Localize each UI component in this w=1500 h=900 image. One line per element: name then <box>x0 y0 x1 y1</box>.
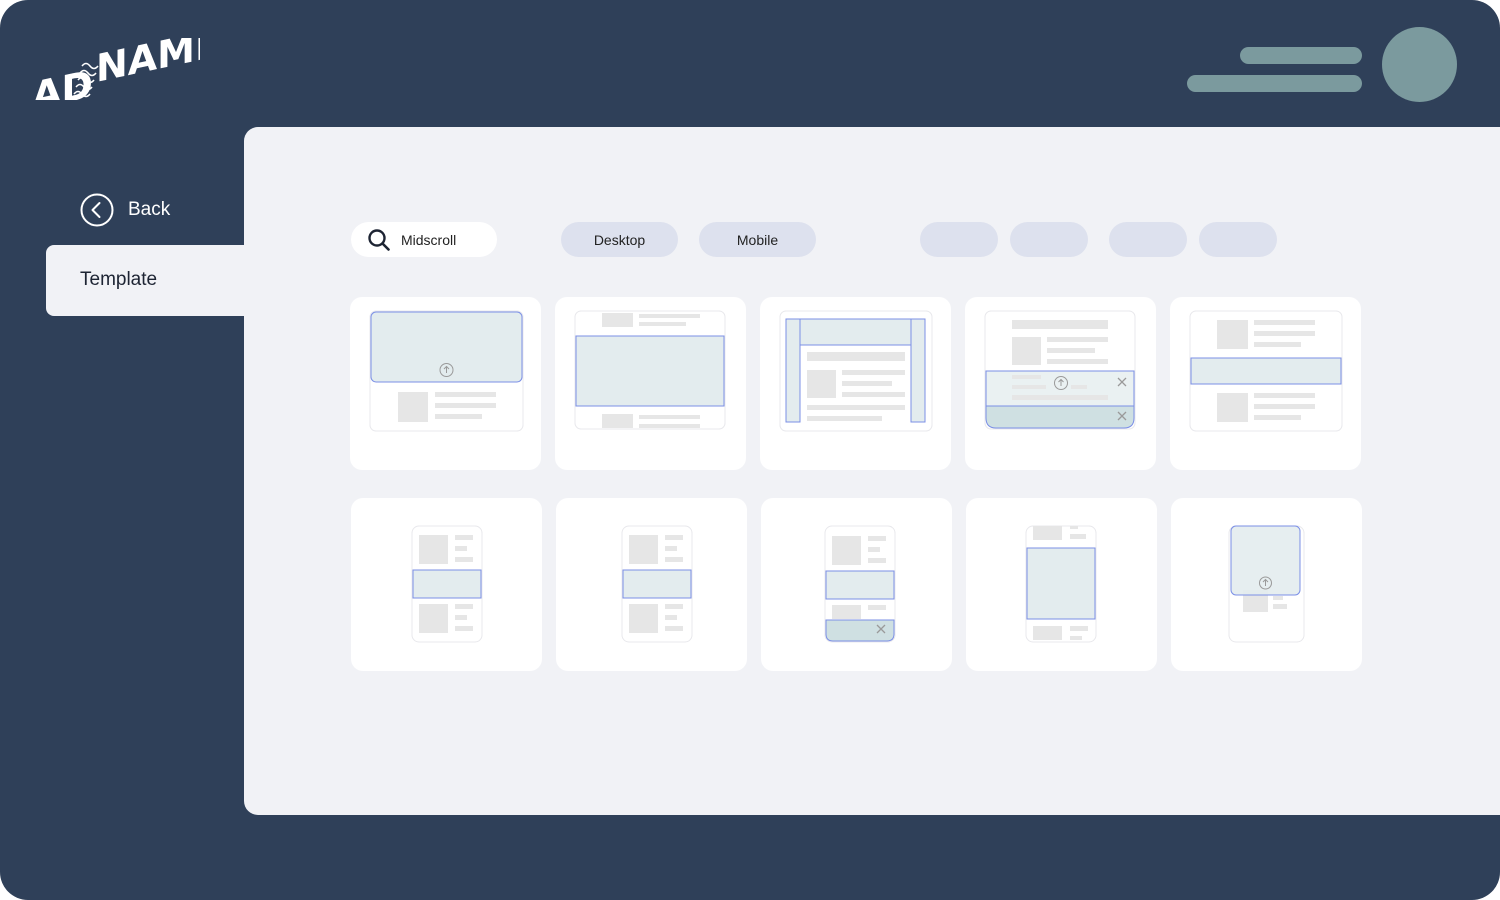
template-thumbnail <box>1189 310 1343 432</box>
search-field[interactable]: Midscroll <box>351 222 497 257</box>
user-avatar[interactable] <box>1382 27 1457 102</box>
template-card-mobile-interstitial[interactable] <box>966 498 1157 671</box>
filter-chip-placeholder[interactable] <box>1109 222 1187 257</box>
template-thumbnail <box>779 310 933 432</box>
svg-text:AD: AD <box>32 62 93 100</box>
template-thumbnail <box>369 310 524 432</box>
template-card-desktop-skin-frame[interactable] <box>760 297 951 470</box>
template-thumbnail <box>824 525 896 643</box>
back-button[interactable]: Back <box>80 192 170 228</box>
filter-chip-placeholder[interactable] <box>1199 222 1277 257</box>
template-card-desktop-midscroll-strip[interactable] <box>1170 297 1361 470</box>
template-card-mobile-inline-banner-alt[interactable] <box>556 498 747 671</box>
template-card-desktop-top-overlay[interactable] <box>350 297 541 470</box>
header-placeholder-bar <box>1240 47 1362 64</box>
adnami-logo[interactable]: AD NAMI <box>30 38 200 100</box>
template-thumbnail <box>1228 525 1305 643</box>
svg-text:NAMI: NAMI <box>96 38 200 92</box>
template-card-mobile-top-overlay[interactable] <box>1171 498 1362 671</box>
sidebar-item-label: Template <box>80 269 158 290</box>
template-card-desktop-sticky-bottom[interactable] <box>965 297 1156 470</box>
template-thumbnail <box>1025 525 1097 643</box>
template-thumbnail <box>984 310 1136 430</box>
search-icon <box>368 228 390 251</box>
template-thumbnail <box>574 310 726 430</box>
filter-chip-placeholder[interactable] <box>1010 222 1088 257</box>
header-placeholder-bar <box>1187 75 1362 92</box>
template-card-mobile-inline-banner[interactable] <box>351 498 542 671</box>
template-thumbnail <box>411 525 483 643</box>
app-window: AD NAMI Back Template Midscroll Desktop … <box>0 0 1500 900</box>
filter-chip-desktop[interactable]: Desktop <box>561 222 678 257</box>
template-card-mobile-sticky-bottom[interactable] <box>761 498 952 671</box>
chevron-left-circle-icon <box>80 193 114 227</box>
search-value: Midscroll <box>401 231 457 248</box>
sidebar-item-template[interactable]: Template <box>46 245 306 316</box>
filter-chip-mobile[interactable]: Mobile <box>699 222 816 257</box>
filter-chip-placeholder[interactable] <box>920 222 998 257</box>
template-thumbnail <box>621 525 693 643</box>
back-label: Back <box>128 199 171 220</box>
template-card-desktop-inline-banner[interactable] <box>555 297 746 470</box>
